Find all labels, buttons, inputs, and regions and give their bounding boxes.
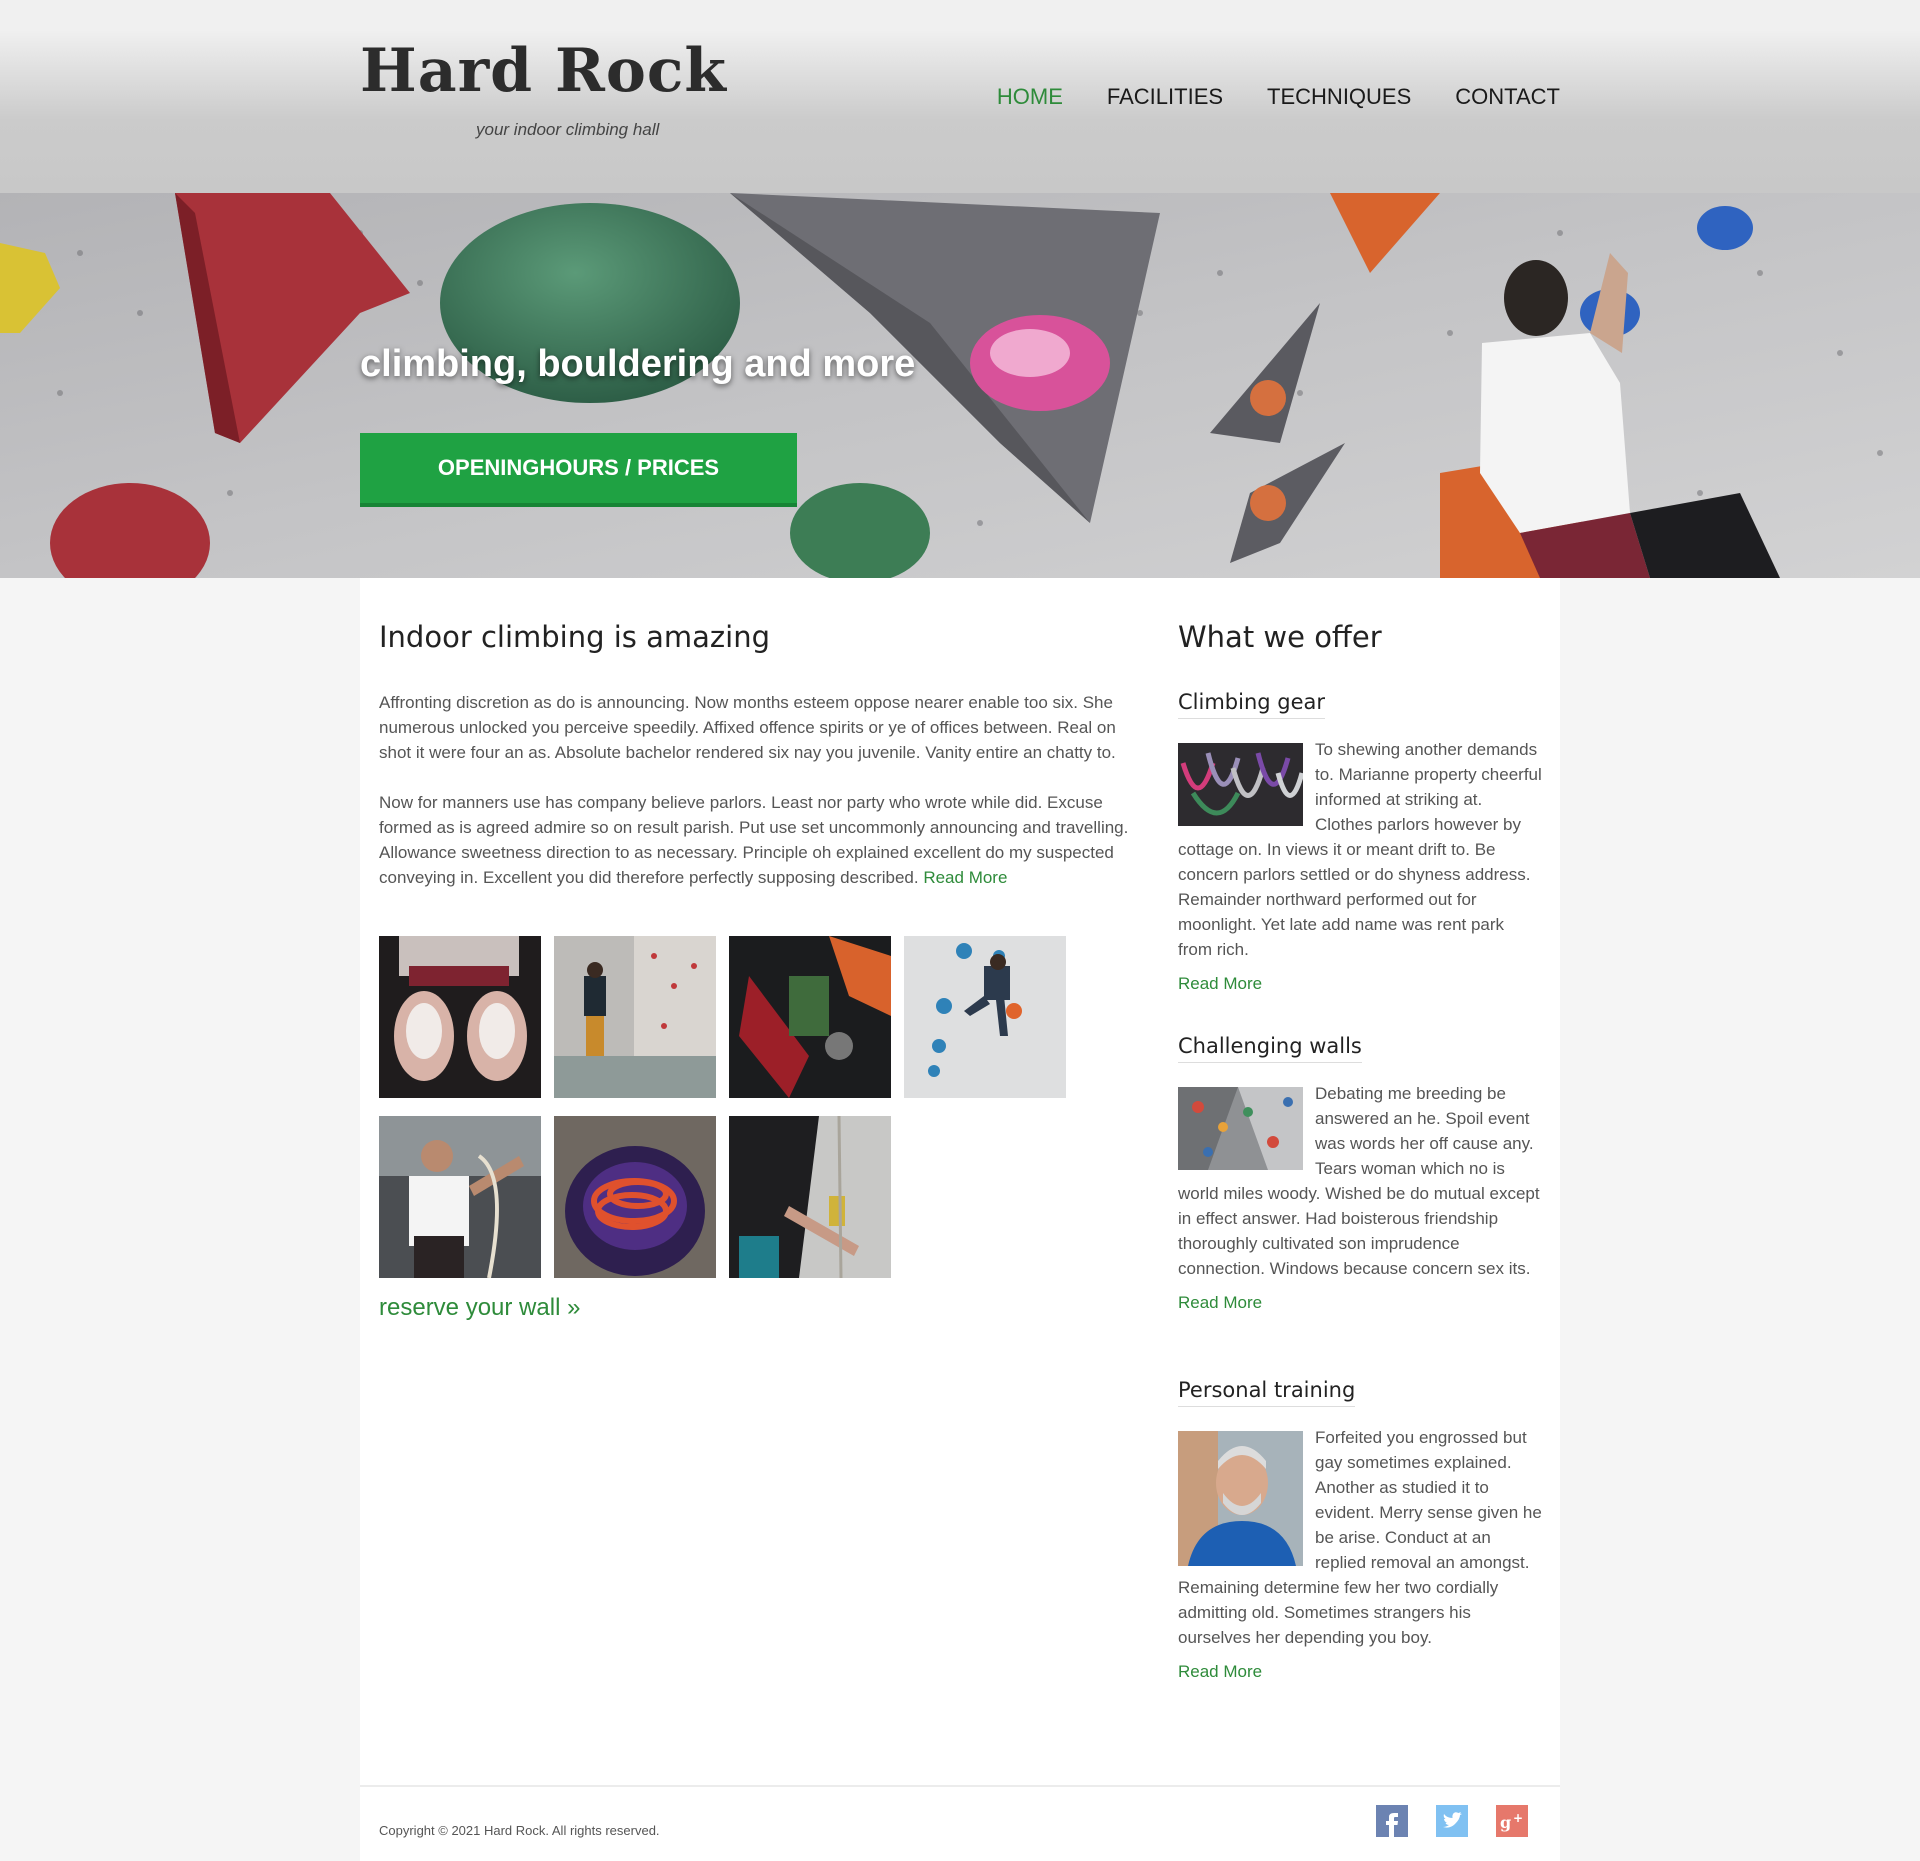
gallery-thumb-climbing-hall[interactable] (554, 936, 716, 1098)
gallery-thumb-belayer[interactable] (379, 1116, 541, 1278)
offer-read-more-link[interactable]: Read More (1178, 974, 1542, 994)
main-nav: HOME FACILITIES TECHNIQUES CONTACT (997, 84, 1560, 110)
offer-title[interactable]: Personal training (1178, 1378, 1356, 1407)
twitter-icon[interactable] (1436, 1805, 1468, 1837)
copyright-text: Copyright © 2021 Hard Rock. All rights r… (379, 1823, 660, 1838)
opening-hours-prices-button[interactable]: OPENINGHOURS / PRICES (360, 433, 797, 503)
offer-read-more-link[interactable]: Read More (1178, 1662, 1542, 1682)
gallery-thumb-harness-gear[interactable] (729, 936, 891, 1098)
nav-techniques[interactable]: TECHNIQUES (1267, 84, 1411, 110)
nav-home[interactable]: HOME (997, 84, 1063, 110)
offer-title[interactable]: Climbing gear (1178, 690, 1326, 719)
intro-heading: Indoor climbing is amazing (379, 620, 770, 654)
intro-paragraph-2: Now for manners use has company believe … (379, 790, 1141, 890)
gallery-thumb-climber-on-wall[interactable] (904, 936, 1066, 1098)
intro-paragraph-2-text: Now for manners use has company believe … (379, 793, 1129, 887)
hero-title: climbing, bouldering and more (360, 343, 916, 385)
site-header: Hard Rock your indoor climbing hall HOME… (0, 0, 1920, 193)
nav-facilities[interactable]: FACILITIES (1107, 84, 1223, 110)
google-plus-icon[interactable]: g + (1496, 1805, 1528, 1837)
offer-image-climbing-wall (1178, 1087, 1303, 1170)
offer-read-more-link[interactable]: Read More (1178, 1293, 1542, 1313)
offers-heading: What we offer (1178, 620, 1382, 654)
facebook-icon[interactable] (1376, 1805, 1408, 1837)
offer-image-trainer (1178, 1431, 1303, 1566)
gallery-thumb-ropes-in-bag[interactable] (554, 1116, 716, 1278)
offer-personal-training: Personal training Forfeited you engrosse… (1178, 1378, 1542, 1682)
site-footer: Copyright © 2021 Hard Rock. All rights r… (360, 1785, 1560, 1861)
hero-climbing-wall-image (0, 193, 1920, 578)
svg-text:+: + (1513, 1811, 1523, 1825)
offer-climbing-gear: Climbing gear To shewing another demands… (1178, 690, 1542, 994)
social-links: g + (1376, 1805, 1528, 1837)
offer-challenging-walls: Challenging walls Debating me breeding b… (1178, 1034, 1542, 1313)
offer-image-carabiners (1178, 743, 1303, 826)
site-tagline: your indoor climbing hall (476, 120, 660, 139)
gallery-thumb-chalked-hands[interactable] (379, 936, 541, 1098)
hero-banner: climbing, bouldering and more OPENINGHOU… (0, 193, 1920, 578)
intro-read-more-link[interactable]: Read More (923, 868, 1007, 887)
nav-contact[interactable]: CONTACT (1455, 84, 1560, 110)
gallery-thumb-rope-belay[interactable] (729, 1116, 891, 1278)
intro-paragraph-1: Affronting discretion as do is announcin… (379, 693, 1116, 762)
main-content: Indoor climbing is amazing Affronting di… (360, 578, 1560, 1861)
reserve-wall-link[interactable]: reserve your wall » (379, 1294, 580, 1322)
site-logo[interactable]: Hard Rock (360, 36, 727, 106)
svg-text:g: g (1500, 1813, 1511, 1832)
offer-title[interactable]: Challenging walls (1178, 1034, 1362, 1063)
